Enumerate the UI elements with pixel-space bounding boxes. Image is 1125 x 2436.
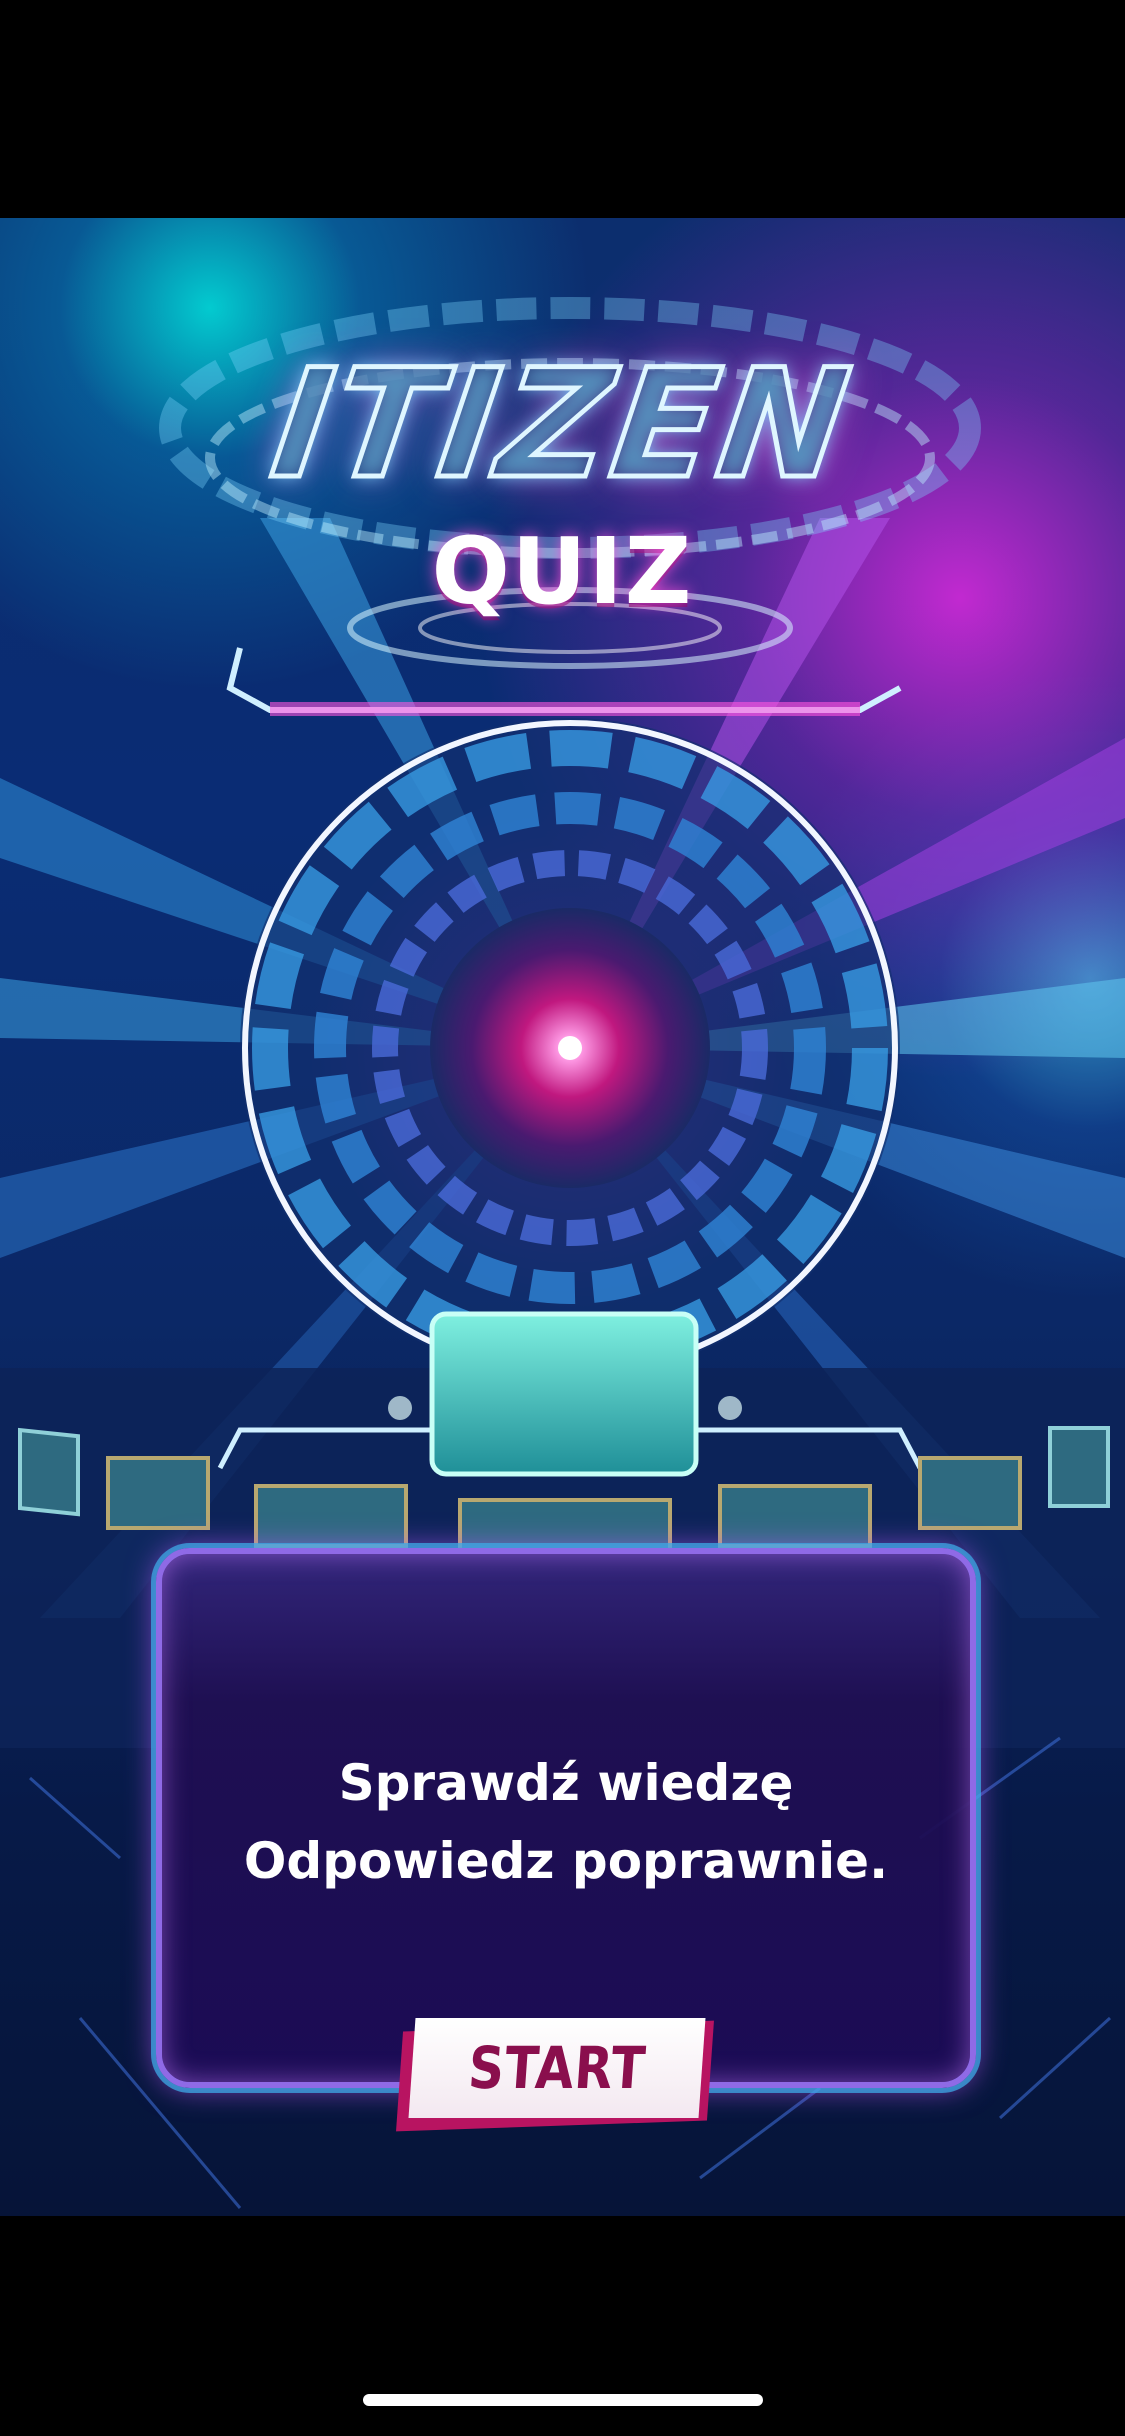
start-button[interactable]: START bbox=[396, 2018, 714, 2136]
start-button-face[interactable]: START bbox=[408, 2018, 706, 2118]
game-logo-title: ITIZEN bbox=[260, 336, 864, 515]
central-portal bbox=[240, 718, 900, 1378]
status-bar bbox=[0, 0, 1125, 218]
intro-text: Sprawdź wiedzę Odpowiedz poprawnie. bbox=[162, 1744, 970, 1900]
intro-line-1: Sprawdź wiedzę bbox=[338, 1754, 794, 1812]
intro-line-2: Odpowiedz poprawnie. bbox=[243, 1832, 889, 1890]
game-logo-subtitle: QUIZ bbox=[431, 518, 694, 625]
start-button-label: START bbox=[466, 2034, 648, 2102]
home-indicator[interactable] bbox=[363, 2394, 763, 2406]
intro-panel: Sprawdź wiedzę Odpowiedz poprawnie. bbox=[156, 1548, 976, 2088]
game-scene: ITIZEN QUIZ Sprawdź wiedzę Odpowiedz pop… bbox=[0, 218, 1125, 2216]
